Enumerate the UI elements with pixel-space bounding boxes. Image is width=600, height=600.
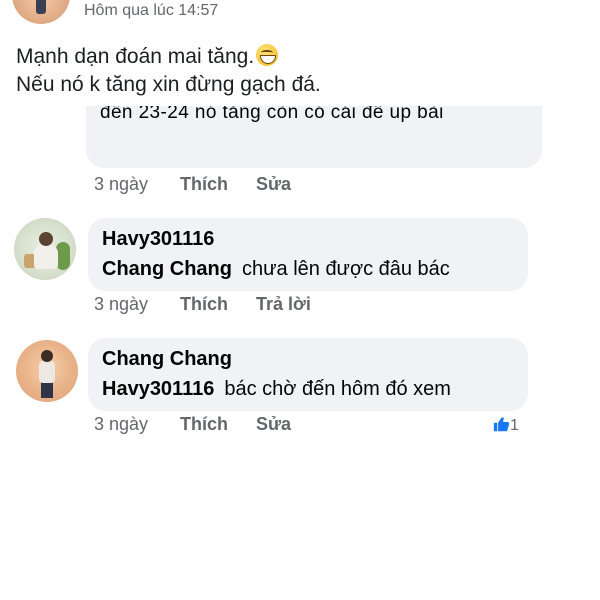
poster-avatar[interactable] — [12, 0, 70, 24]
comment-bubble[interactable]: Havy301116 Chang Chang chưa lên được đâu … — [88, 218, 528, 291]
havy-avatar[interactable] — [14, 218, 76, 280]
avatar-legs — [41, 382, 53, 398]
mention-link[interactable]: Havy301116 — [102, 378, 214, 400]
post-text-line1: Mạnh dạn đoán mai tăng. — [16, 45, 255, 68]
comment-text: chưa lên được đâu bác — [242, 258, 450, 280]
avatar-head — [39, 232, 53, 246]
thumbs-up-icon — [493, 417, 510, 432]
comment-time[interactable]: 3 ngày — [94, 294, 148, 315]
chang-avatar[interactable] — [16, 340, 78, 402]
comment-text: đến 23-24 nó tăng còn có cái để up bài — [100, 106, 444, 123]
post-text: Mạnh dạn đoán mai tăng. Nếu nó k tăng xi… — [16, 43, 321, 99]
like-button[interactable]: Thích — [180, 294, 228, 315]
avatar-body — [34, 245, 58, 269]
avatar-figure — [36, 0, 46, 14]
reaction-count-text: 1 — [510, 417, 519, 434]
post-timestamp[interactable]: Hôm qua lúc 14:57 — [84, 2, 218, 20]
reply-button[interactable]: Trả lời — [256, 294, 311, 315]
edit-button[interactable]: Sửa — [256, 174, 291, 195]
reaction-count[interactable]: 1 — [493, 416, 519, 435]
mention-link[interactable]: Chang Chang — [102, 258, 232, 280]
comment-text: bác chờ đến hôm đó xem — [224, 378, 451, 400]
post-text-line2: Nếu nó k tăng xin đừng gạch đá. — [16, 73, 321, 96]
comment-author[interactable]: Havy301116 — [102, 228, 214, 251]
comment-bubble[interactable]: Chang Chang Havy301116 bác chờ đến hôm đó… — [88, 338, 528, 411]
comment-body: Havy301116 bác chờ đến hôm đó xem — [102, 378, 451, 401]
like-button[interactable]: Thích — [180, 414, 228, 435]
comment-body: Chang Chang chưa lên được đâu bác — [102, 258, 450, 281]
comment-author[interactable]: Chang Chang — [102, 348, 232, 371]
avatar-head — [41, 350, 53, 362]
comment-time[interactable]: 3 ngày — [94, 414, 148, 435]
avatar-body — [39, 361, 55, 383]
avatar-plant — [56, 242, 70, 270]
edit-button[interactable]: Sửa — [256, 414, 291, 435]
grinning-face-emoji-icon — [256, 44, 279, 66]
like-button[interactable]: Thích — [180, 174, 228, 195]
comment-time[interactable]: 3 ngày — [94, 174, 148, 195]
comment-bubble-partial[interactable]: đến 23-24 nó tăng còn có cái để up bài — [86, 106, 542, 168]
